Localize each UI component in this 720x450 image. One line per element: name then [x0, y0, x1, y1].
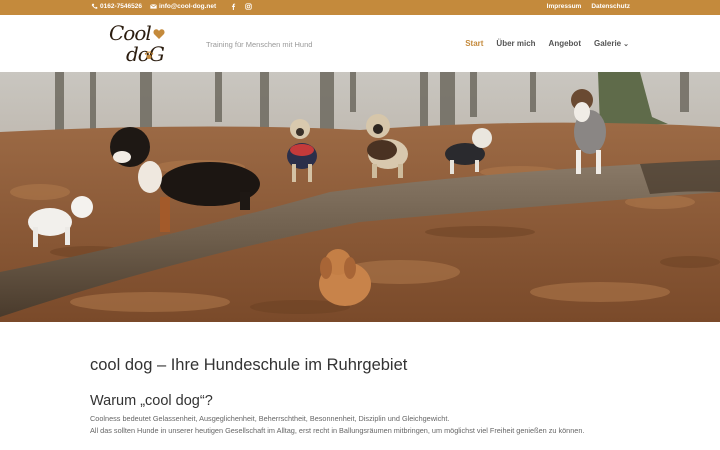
body-line-2: All das sollten Hunde in unserer heutige… — [90, 426, 585, 435]
site-tagline: Training für Menschen mit Hund — [206, 40, 313, 49]
main-content: cool dog – Ihre Hundeschule im Ruhrgebie… — [90, 356, 630, 437]
site-header: Cool doG Training für Menschen mit Hund … — [0, 15, 720, 72]
phone-icon — [91, 3, 98, 9]
top-bar: 0162-7546526 info@cool-dog.net Impressum… — [0, 0, 720, 15]
body-paragraph: Coolness bedeutet Gelassenheit, Ausgegli… — [90, 413, 630, 437]
facebook-icon[interactable] — [230, 3, 237, 10]
impressum-link[interactable]: Impressum — [547, 3, 582, 10]
heart-icon — [153, 29, 165, 39]
page-title: cool dog – Ihre Hundeschule im Ruhrgebie… — [90, 356, 408, 374]
chevron-down-icon: ⌄ — [623, 41, 629, 48]
hero-forest-scene — [0, 72, 720, 322]
phone-contact[interactable]: 0162-7546526 — [91, 3, 142, 10]
main-nav: Start Über mich Angebot Galerie ⌄ — [465, 39, 629, 48]
nav-item-angebot[interactable]: Angebot — [549, 39, 581, 48]
email-address: info@cool-dog.net — [158, 3, 217, 10]
email-contact[interactable]: info@cool-dog.net — [150, 3, 216, 10]
datenschutz-link[interactable]: Datenschutz — [591, 3, 630, 10]
instagram-icon[interactable] — [245, 3, 252, 10]
paw-icon — [144, 51, 154, 59]
nav-item-ueber-mich[interactable]: Über mich — [496, 39, 535, 48]
nav-item-start[interactable]: Start — [465, 39, 483, 48]
body-line-1: Coolness bedeutet Gelassenheit, Ausgegli… — [90, 414, 450, 423]
site-logo[interactable]: Cool doG — [106, 18, 180, 70]
phone-number: 0162-7546526 — [100, 3, 142, 10]
hero-image — [0, 72, 720, 322]
mail-icon — [150, 4, 157, 9]
nav-item-galerie-label: Galerie — [593, 39, 622, 48]
nav-item-galerie[interactable]: Galerie ⌄ — [594, 39, 629, 48]
section-heading: Warum „cool dog“? — [90, 393, 213, 409]
